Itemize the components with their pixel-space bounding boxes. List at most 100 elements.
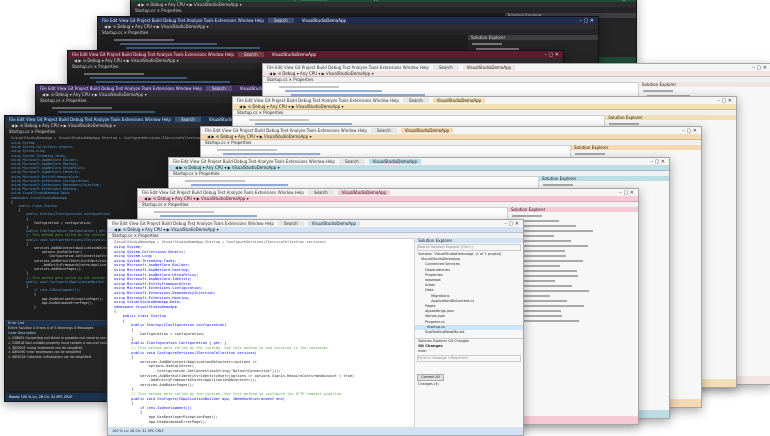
error-code: IDE0090 xyxy=(11,350,26,355)
error-code: CS8618 xyxy=(11,340,25,345)
error-code: IDE0063 xyxy=(11,345,26,350)
error-description: Collection initialization can be simplif… xyxy=(26,355,91,360)
git-branch[interactable]: main xyxy=(415,349,523,354)
menu-bar[interactable]: File Edit View Git Project Build Debug T… xyxy=(9,117,171,122)
window-controls[interactable]: – ▢ ✕ xyxy=(650,159,665,165)
code-line xyxy=(217,149,277,151)
search-box[interactable]: Search xyxy=(402,98,429,103)
code-line xyxy=(96,81,230,83)
search-box[interactable]: Search xyxy=(174,117,201,122)
window-controls[interactable]: – ▢ ✕ xyxy=(544,52,559,58)
solution-search-input[interactable]: Search Solution Explorer (Ctrl+;) xyxy=(417,244,521,251)
title-bar: File Edit View Git Project Build Debug T… xyxy=(233,97,736,104)
solution-tree-item xyxy=(524,250,565,252)
code-line xyxy=(279,86,339,88)
search-box[interactable]: Search xyxy=(370,128,397,133)
menu-bar[interactable]: File Edit View Git Project Build Debug T… xyxy=(112,221,274,226)
window-controls[interactable]: – ▢ ✕ xyxy=(617,0,632,2)
title-bar: File Edit View Git Project Build Debug T… xyxy=(68,51,563,58)
solution-explorer-panel[interactable]: Solution Explorer xyxy=(507,207,638,424)
error-description: 'using' statement can be simplified xyxy=(26,345,83,350)
vs-window-light-blue[interactable]: File Edit View Git Project Build Debug T… xyxy=(107,219,524,436)
menu-bar[interactable]: File Edit View Git Project Build Debug T… xyxy=(267,65,429,70)
editor-area: VisualStudioDemoApp ▸ VisualStudioDemoAp… xyxy=(108,238,523,435)
window-title: VisualStudioDemoApp xyxy=(267,52,321,57)
error-code: IDE0028 xyxy=(11,355,26,360)
commit-all-button[interactable]: Commit All xyxy=(417,374,444,382)
search-box[interactable]: Search xyxy=(205,86,232,91)
code-line: } xyxy=(114,424,415,425)
code-line xyxy=(185,180,245,182)
window-title: VisualStudioDemoApp xyxy=(368,159,422,164)
window-controls[interactable]: – ▢ ✕ xyxy=(579,18,594,24)
window-controls[interactable]: – ▢ ✕ xyxy=(752,65,767,71)
search-box[interactable]: Search xyxy=(237,52,264,57)
menu-bar[interactable]: File Edit View Git Project Build Debug T… xyxy=(40,86,202,91)
commit-message-input[interactable]: Enter a message <Required> xyxy=(417,355,521,363)
solution-tree-item xyxy=(520,285,572,287)
error-description: 'new' expression can be simplified xyxy=(26,350,82,355)
title-bar: File Edit View Git Project Build Debug T… xyxy=(263,64,770,71)
title-bar: File Edit View Git Project Build Debug T… xyxy=(201,127,701,134)
code-editor[interactable]: VisualStudioDemoApp ▸ VisualStudioDemoAp… xyxy=(108,238,415,425)
solution-explorer-header: Solution Explorer xyxy=(468,35,598,40)
title-bar: File Edit View Git Project Build Debug T… xyxy=(5,116,235,123)
menu-bar[interactable]: File Edit View Git Project Build Debug T… xyxy=(102,18,264,23)
search-box[interactable]: Search xyxy=(307,190,334,195)
menu-bar[interactable]: File Edit View Git Project Build Debug T… xyxy=(135,0,297,1)
window-title: VisualStudioDemoApp xyxy=(307,221,361,226)
window-controls[interactable]: – ▢ ✕ xyxy=(682,128,697,134)
search-box[interactable]: Search xyxy=(267,18,294,23)
code-line xyxy=(154,211,214,213)
solution-explorer-header: Solution Explorer xyxy=(638,82,770,87)
code-line xyxy=(191,184,288,186)
menu-bar[interactable]: File Edit View Git Project Build Debug T… xyxy=(205,128,367,133)
title-bar: File Edit View Git Project Build Debug T… xyxy=(108,220,523,227)
window-title: VisualStudioDemoApp xyxy=(400,128,454,133)
search-box[interactable]: Search xyxy=(432,65,459,70)
window-title: VisualStudioDemoApp xyxy=(462,65,516,70)
code-line xyxy=(285,90,382,92)
solution-tree-item xyxy=(543,184,573,186)
solution-explorer-panel[interactable]: Solution Explorer Search Solution Explore… xyxy=(414,238,523,435)
solution-explorer-header: Solution Explorer xyxy=(539,176,669,181)
search-box[interactable]: Search xyxy=(277,221,304,226)
solution-explorer-header: Solution Explorer xyxy=(415,238,523,243)
solution-tree-item xyxy=(520,305,584,307)
code-line xyxy=(223,153,320,155)
solution-tree-item[interactable]: ScaffoldingReadMe.txt xyxy=(415,330,523,335)
changes-count: Changes (4) xyxy=(418,382,439,387)
solution-tree-item xyxy=(609,123,640,125)
code-line xyxy=(255,123,352,125)
status-bar: 100 % Ln: 28 Ch: 31 SPC CRLF xyxy=(108,427,523,435)
window-title: VisualStudioDemoApp xyxy=(337,190,391,195)
code-line xyxy=(160,215,257,217)
code-line xyxy=(90,77,187,79)
menu-bar[interactable]: File Edit View Git Project Build Debug T… xyxy=(173,159,335,164)
menu-bar[interactable]: File Edit View Git Project Build Debug T… xyxy=(142,190,304,195)
solution-explorer-header: Solution Explorer xyxy=(605,115,736,120)
window-controls[interactable]: – ▢ ✕ xyxy=(504,221,519,227)
title-bar: File Edit View Git Project Build Debug T… xyxy=(98,17,598,24)
menu-bar[interactable]: File Edit View Git Project Build Debug T… xyxy=(72,52,234,57)
menu-bar[interactable]: File Edit View Git Project Build Debug T… xyxy=(237,98,399,103)
search-box[interactable]: Search xyxy=(338,159,365,164)
solution-tree-item xyxy=(642,90,673,92)
window-title: VisualStudioDemoApp xyxy=(330,0,384,1)
window-title: VisualStudioDemoApp xyxy=(432,98,486,103)
solution-explorer-header: Solution Explorer xyxy=(508,207,638,212)
solution-tree-item xyxy=(524,270,577,272)
search-box[interactable]: Search xyxy=(300,0,327,1)
window-controls[interactable]: – ▢ ✕ xyxy=(619,190,634,196)
solution-tree-item xyxy=(520,225,576,227)
code-line xyxy=(249,119,309,121)
solution-tree-item xyxy=(516,320,579,322)
window-controls[interactable]: – ▢ ✕ xyxy=(717,98,732,104)
solution-explorer-header: Solution Explorer xyxy=(571,145,701,150)
solution-tree-item xyxy=(520,265,560,267)
code-line xyxy=(84,73,144,75)
title-bar: File Edit View Git Project Build Debug T… xyxy=(138,189,638,196)
code-line xyxy=(126,47,260,49)
title-bar: File Edit View Git Project Build Debug T… xyxy=(169,158,669,165)
solution-tree-item xyxy=(512,215,542,217)
